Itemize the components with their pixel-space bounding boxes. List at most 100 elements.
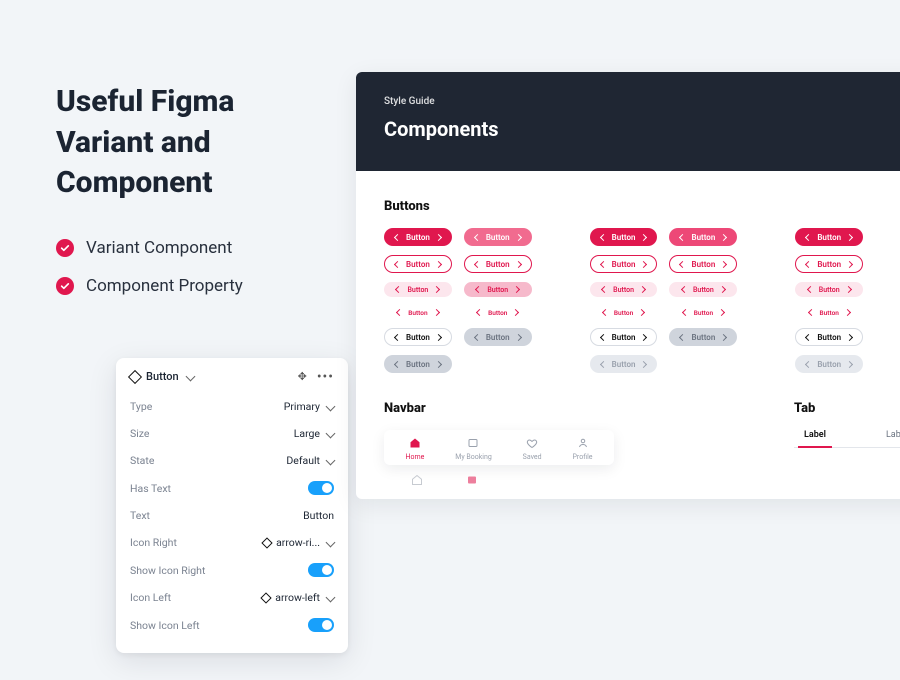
- prop-show-icon-left[interactable]: Show Icon Left: [130, 611, 334, 639]
- style-guide-card: Style Guide Components Buttons Button Bu…: [356, 72, 900, 499]
- chevron-left-icon: [679, 260, 686, 267]
- chevron-down-icon: [326, 402, 336, 412]
- chevron-right-icon: [638, 309, 645, 316]
- chevron-left-icon: [600, 360, 607, 367]
- button-tint-hover[interactable]: Button: [464, 282, 532, 297]
- instance-icon: [261, 537, 272, 548]
- nav-label: My Booking: [455, 453, 492, 461]
- chevron-right-icon: [435, 333, 442, 340]
- chevron-left-icon: [805, 233, 812, 240]
- component-selector[interactable]: Button: [130, 370, 194, 383]
- chevron-left-icon: [807, 286, 814, 293]
- prop-text[interactable]: Text Button: [130, 502, 334, 529]
- prop-size[interactable]: Size Large: [130, 420, 334, 447]
- chevron-right-icon: [718, 309, 725, 316]
- button-outline[interactable]: Button: [590, 255, 658, 273]
- chevron-left-icon: [600, 233, 607, 240]
- prop-value[interactable]: Button: [303, 509, 334, 522]
- button-group-a-col2: Button Button Button Button Button: [464, 228, 532, 373]
- prop-show-icon-right[interactable]: Show Icon Right: [130, 556, 334, 584]
- toggle-on[interactable]: [308, 481, 334, 495]
- button-neutral[interactable]: Button: [795, 328, 863, 346]
- nav-item-saved[interactable]: Saved: [523, 436, 542, 461]
- prop-value[interactable]: Primary: [284, 400, 334, 413]
- chevron-right-icon: [846, 333, 853, 340]
- button-ghost[interactable]: Button: [590, 306, 658, 319]
- chevron-left-icon: [601, 286, 608, 293]
- chevron-right-icon: [433, 286, 440, 293]
- prop-icon-right[interactable]: Icon Right arrow-ri...: [130, 529, 334, 556]
- prop-label: Icon Right: [130, 536, 177, 549]
- button-neutral[interactable]: Button: [590, 328, 658, 346]
- button-ghost[interactable]: Button: [795, 306, 863, 319]
- button-solid[interactable]: Button: [384, 228, 452, 246]
- button-outline[interactable]: Button: [464, 255, 532, 273]
- chevron-left-icon: [474, 260, 481, 267]
- chevron-right-icon: [433, 309, 440, 316]
- nav-item-home[interactable]: Home: [405, 436, 424, 461]
- prop-value[interactable]: arrow-left: [262, 591, 334, 604]
- prop-label: Show Icon Right: [130, 564, 205, 577]
- more-menu-button[interactable]: •••: [317, 373, 334, 381]
- button-neutral[interactable]: Button: [384, 328, 452, 346]
- chevron-right-icon: [640, 360, 647, 367]
- prop-label: Has Text: [130, 482, 171, 495]
- chevron-left-icon: [805, 333, 812, 340]
- button-outline[interactable]: Button: [384, 255, 452, 273]
- chevron-down-icon: [326, 456, 336, 466]
- nav-item-booking[interactable]: My Booking: [455, 436, 492, 461]
- button-solid[interactable]: Button: [590, 228, 658, 246]
- button-outline[interactable]: Button: [669, 255, 737, 273]
- user-icon: [576, 436, 590, 450]
- chevron-left-icon: [600, 333, 607, 340]
- prop-icon-left[interactable]: Icon Left arrow-left: [130, 584, 334, 611]
- prop-state[interactable]: State Default: [130, 447, 334, 474]
- button-tint-hover[interactable]: Button: [669, 282, 737, 297]
- prop-value[interactable]: arrow-ri...: [263, 536, 334, 549]
- prop-value[interactable]: Large: [294, 427, 334, 440]
- tab-item-active[interactable]: Label: [794, 430, 836, 447]
- button-neutral-alt[interactable]: Button: [669, 328, 737, 346]
- prop-label: Icon Left: [130, 591, 171, 604]
- chevron-left-icon: [475, 286, 482, 293]
- check-icon: [56, 239, 74, 257]
- chevron-right-icon: [515, 333, 522, 340]
- button-group-a-col1: Button Button Button Button Button Butto…: [384, 228, 452, 373]
- prop-value[interactable]: Default: [286, 454, 334, 467]
- chevron-left-icon: [395, 286, 402, 293]
- drag-icon[interactable]: ✥: [298, 370, 307, 383]
- prop-label: Show Icon Left: [130, 619, 200, 632]
- chevron-right-icon: [845, 286, 852, 293]
- navbar-example-alt: [384, 473, 614, 487]
- bullet-variant-component: Variant Component: [56, 238, 243, 258]
- button-outline[interactable]: Button: [795, 255, 863, 273]
- prop-has-text[interactable]: Has Text: [130, 474, 334, 502]
- toggle-on[interactable]: [308, 618, 334, 632]
- button-neutral-alt[interactable]: Button: [464, 328, 532, 346]
- button-solid-hover[interactable]: Button: [464, 228, 532, 246]
- button-ghost[interactable]: Button: [669, 306, 737, 319]
- button-solid-hover[interactable]: Button: [669, 228, 737, 246]
- chevron-left-icon: [679, 333, 686, 340]
- button-ghost[interactable]: Button: [464, 306, 532, 319]
- nav-item-profile[interactable]: Profile: [573, 436, 593, 461]
- button-tint[interactable]: Button: [795, 282, 863, 297]
- check-icon: [56, 277, 74, 295]
- bullet-label: Variant Component: [86, 238, 232, 258]
- chevron-left-icon: [394, 360, 401, 367]
- button-ghost[interactable]: Button: [384, 306, 452, 319]
- page-headline: Useful Figma Variant and Component: [56, 82, 316, 204]
- button-group-b-col1: Button Button Button Button Button Butto…: [590, 228, 658, 373]
- chevron-left-icon: [808, 309, 815, 316]
- instance-icon: [261, 592, 272, 603]
- nav-label: Saved: [523, 453, 542, 461]
- toggle-on[interactable]: [308, 563, 334, 577]
- button-tint[interactable]: Button: [590, 282, 658, 297]
- chevron-left-icon: [396, 309, 403, 316]
- nav-label: Home: [405, 453, 424, 461]
- button-solid[interactable]: Button: [795, 228, 863, 246]
- chevron-right-icon: [846, 260, 853, 267]
- prop-type[interactable]: Type Primary: [130, 393, 334, 420]
- tab-item[interactable]: Label: [876, 430, 900, 447]
- button-tint[interactable]: Button: [384, 282, 452, 297]
